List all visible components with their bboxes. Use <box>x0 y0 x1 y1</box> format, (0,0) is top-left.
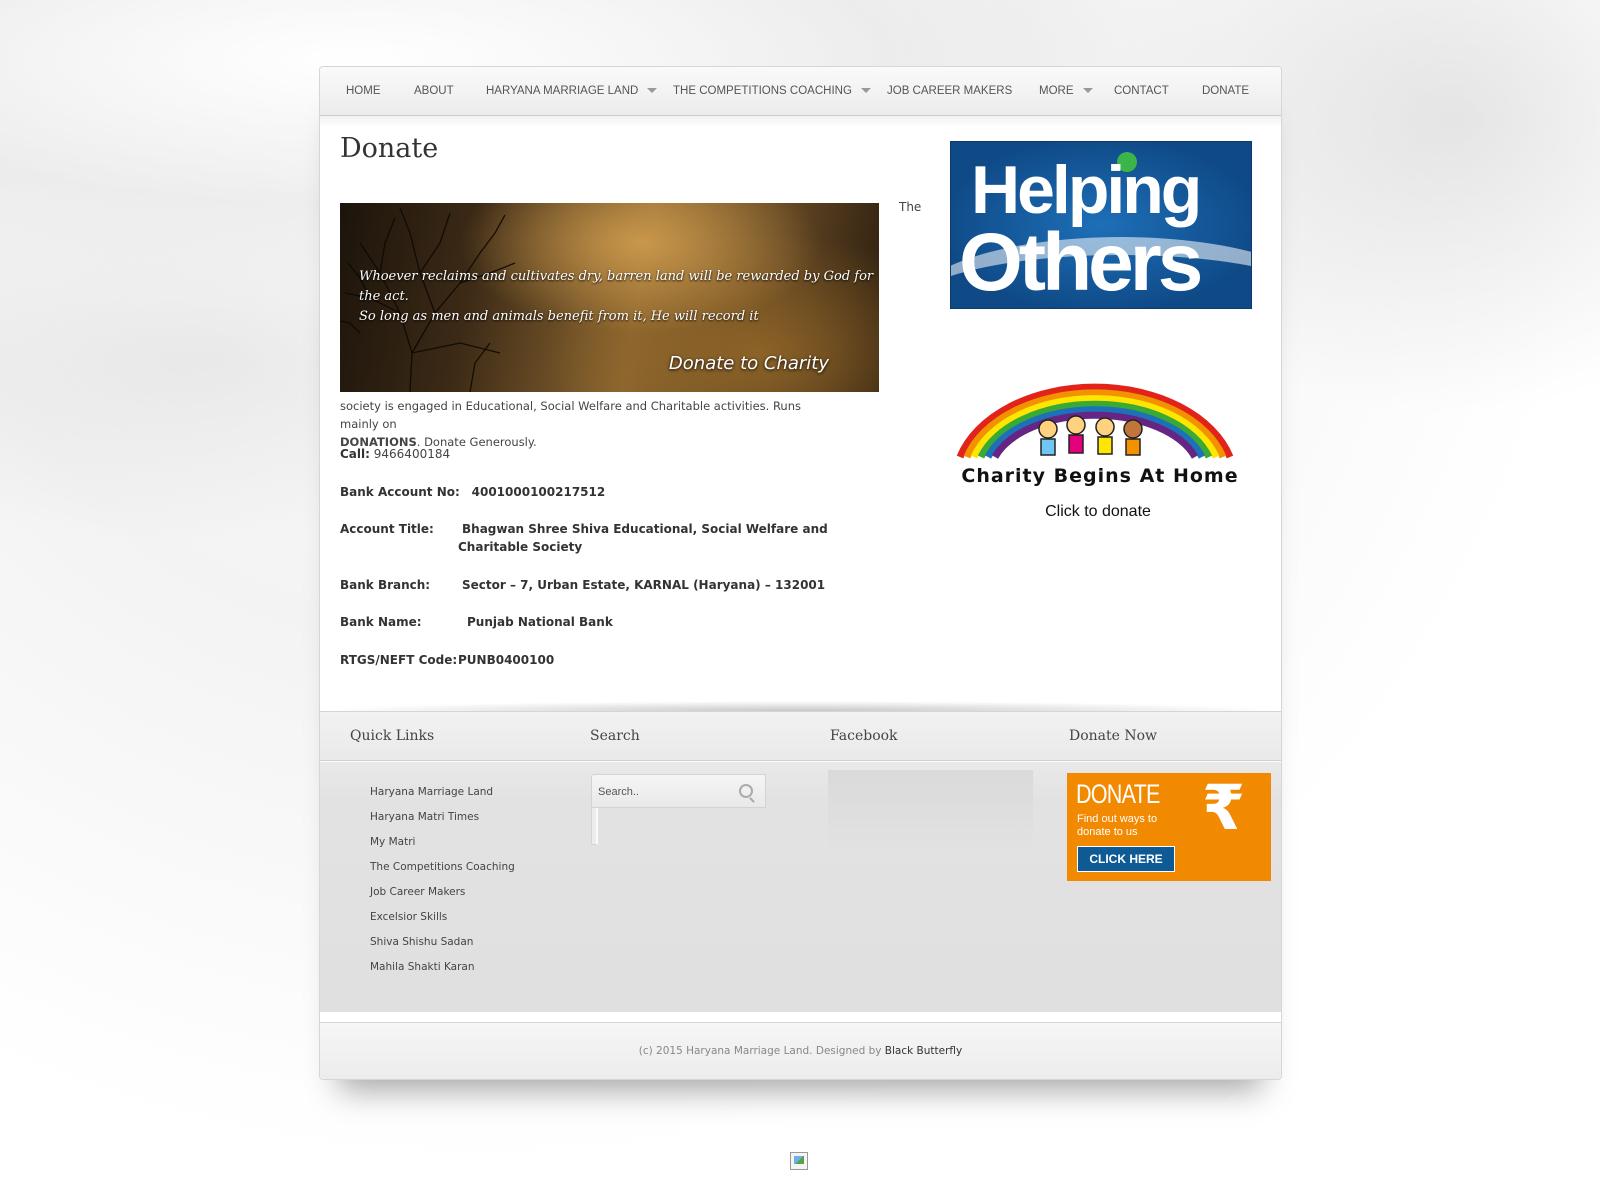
nav-item-about[interactable]: ABOUT <box>414 67 454 115</box>
copyright-label: (c) 2015 Haryana Marriage Land. Designed… <box>638 1045 882 1057</box>
bank-name-label: Bank Name: <box>340 615 422 629</box>
quick-links-title: Quick Links <box>350 728 435 744</box>
charity-title: Charity Begins At Home <box>961 465 1239 487</box>
click-here-button[interactable]: CLICK HERE <box>1077 846 1175 872</box>
banner-quote-line: So long as men and animals benefit from … <box>359 309 759 324</box>
call-row: Call: 9466400184 <box>340 445 450 463</box>
page-container: HOME ABOUT HARYANA MARRIAGE LAND THE COM… <box>319 66 1282 1080</box>
helping-others-banner[interactable]: Helping Others <box>950 141 1252 309</box>
quick-link-shiva-shishu-sadan[interactable]: Shiva Shishu Sadan <box>370 930 515 955</box>
nav-label: JOB CAREER MAKERS <box>887 85 1013 97</box>
copyright-text: (c) 2015 Haryana Marriage Land. Designed… <box>320 1045 1281 1057</box>
nav-item-home[interactable]: HOME <box>346 67 381 115</box>
quick-link-excelsior-skills[interactable]: Excelsior Skills <box>370 905 515 930</box>
intro-text: society is engaged in Educational, Socia… <box>340 399 801 431</box>
nav-item-more[interactable]: MORE <box>1039 67 1093 115</box>
quick-links-list: Haryana Marriage Land Haryana Matri Time… <box>370 780 515 980</box>
quick-link-haryana-matri-times[interactable]: Haryana Matri Times <box>370 805 515 830</box>
chevron-down-icon <box>860 88 871 94</box>
account-title-row: Account Title: Bhagwan Shree Shiva Educat… <box>340 520 880 556</box>
designer-link[interactable]: Black Butterfly <box>885 1045 962 1057</box>
bank-branch-label: Bank Branch: <box>340 578 431 592</box>
bank-account-row: Bank Account No: 4001000100217512 <box>340 483 605 501</box>
donate-ad-title: DONATE <box>1076 779 1160 809</box>
charity-subtitle: Click to donate <box>1045 503 1151 520</box>
page-title: Donate <box>340 133 439 164</box>
rupee-icon: ₹ <box>1202 773 1246 844</box>
bank-account-value: 4001000100217512 <box>471 485 606 499</box>
donate-now-ad[interactable]: DONATE Find out ways to donate to us ₹ C… <box>1067 773 1271 881</box>
facebook-title: Facebook <box>830 728 898 744</box>
intro-paragraph: society is engaged in Educational, Socia… <box>340 397 840 451</box>
quick-link-haryana-marriage-land[interactable]: Haryana Marriage Land <box>370 780 515 805</box>
children-icon <box>1038 415 1143 456</box>
chevron-down-icon <box>1082 88 1093 94</box>
donate-now-title: Donate Now <box>1069 728 1158 744</box>
banner-quote: Whoever reclaims and cultivates dry, bar… <box>359 267 879 327</box>
helping-word: Helping <box>971 152 1202 228</box>
search-icon[interactable] <box>739 784 753 798</box>
account-title-value: Bhagwan Shree Shiva Educational, Social … <box>458 522 828 554</box>
nav-label: THE COMPETITIONS COACHING <box>673 85 852 97</box>
nav-item-contact[interactable]: CONTACT <box>1114 67 1169 115</box>
footer-shade <box>320 695 1281 711</box>
rtgs-row: RTGS/NEFT Code:PUNB0400100 <box>340 651 554 669</box>
main-navigation: HOME ABOUT HARYANA MARRIAGE LAND THE COM… <box>320 67 1281 116</box>
bank-name-row: Bank Name: Punjab National Bank <box>340 613 613 631</box>
footer-widgets: Quick Links Search Facebook Donate Now H… <box>320 711 1281 1012</box>
nav-label: MORE <box>1039 85 1074 97</box>
broken-image-icon <box>790 1152 808 1170</box>
donate-banner-image: Whoever reclaims and cultivates dry, bar… <box>340 203 879 392</box>
search-box-edge <box>591 808 598 845</box>
nav-item-donate[interactable]: DONATE <box>1202 67 1249 115</box>
quick-link-competitions-coaching[interactable]: The Competitions Coaching <box>370 855 515 880</box>
charity-begins-at-home-banner[interactable]: Charity Begins At Home Click to donate <box>950 357 1250 527</box>
rtgs-value: PUNB0400100 <box>458 653 555 667</box>
nav-item-haryana-marriage-land[interactable]: HARYANA MARRIAGE LAND <box>486 67 658 115</box>
facebook-widget <box>828 770 1033 854</box>
search-title: Search <box>590 728 640 744</box>
widget-divider <box>320 760 1281 761</box>
rtgs-label: RTGS/NEFT Code: <box>340 653 458 667</box>
call-label: Call: <box>340 447 370 461</box>
call-value: 9466400184 <box>373 447 451 461</box>
nav-item-competitions-coaching[interactable]: THE COMPETITIONS COACHING <box>673 67 871 115</box>
quick-link-mahila-shakti-karan[interactable]: Mahila Shakti Karan <box>370 955 515 980</box>
search-box <box>591 774 766 808</box>
nav-label: HARYANA MARRIAGE LAND <box>486 85 639 97</box>
nav-label: DONATE <box>1202 85 1250 97</box>
bank-account-label: Bank Account No: <box>340 485 460 499</box>
quick-link-my-matri[interactable]: My Matri <box>370 830 515 855</box>
banner-caption: Donate to Charity <box>668 353 829 374</box>
bank-branch-value: Sector – 7, Urban Estate, KARNAL (Haryan… <box>462 578 826 592</box>
nav-item-job-career-makers[interactable]: JOB CAREER MAKERS <box>887 67 1012 115</box>
nav-label: CONTACT <box>1114 85 1169 97</box>
intro-lead-word: The <box>899 200 922 214</box>
nav-label: ABOUT <box>414 85 454 97</box>
others-word: Others <box>959 217 1203 308</box>
quick-link-job-career-makers[interactable]: Job Career Makers <box>370 880 515 905</box>
bank-name-value: Punjab National Bank <box>467 615 613 629</box>
chevron-down-icon <box>647 88 658 94</box>
donate-ad-text: Find out ways to donate to us <box>1077 813 1158 838</box>
nav-shadow <box>320 115 1281 127</box>
bank-branch-row: Bank Branch: Sector – 7, Urban Estate, KA… <box>340 576 825 594</box>
account-title-label: Account Title: <box>340 522 434 536</box>
banner-quote-line: Whoever reclaims and cultivates dry, bar… <box>359 269 874 304</box>
search-input[interactable] <box>596 779 740 805</box>
copyright-bar: (c) 2015 Haryana Marriage Land. Designed… <box>320 1022 1281 1079</box>
nav-label: HOME <box>346 85 381 97</box>
